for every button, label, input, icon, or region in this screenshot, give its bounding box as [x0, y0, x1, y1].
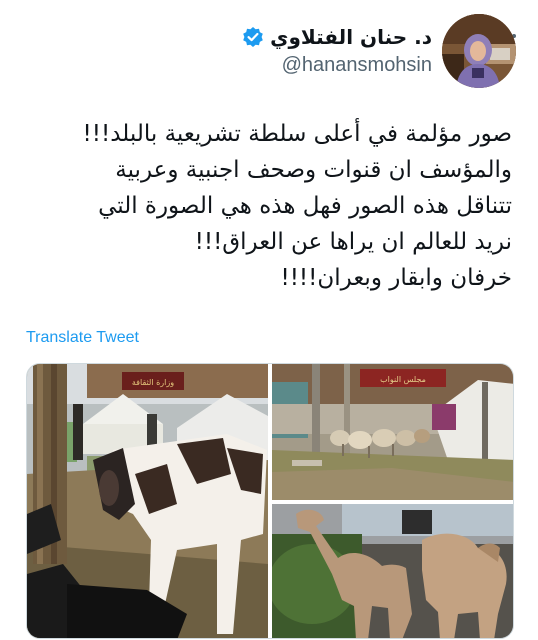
- avatar[interactable]: [442, 14, 516, 88]
- cows-photo[interactable]: وزارة الثقافة: [27, 364, 268, 638]
- author-names: د. حنان الفتلاوي @hanansmohsin: [242, 24, 432, 78]
- tweet-text: صور مؤلمة في أعلى سلطة تشريعية بالبلد!!!…: [82, 121, 512, 291]
- sheep-photo-sign: مجلس النواب: [380, 375, 426, 384]
- translate-tweet-link[interactable]: Translate Tweet: [26, 329, 139, 347]
- tweet-header: د. حنان الفتلاوي @hanansmohsin: [242, 14, 516, 88]
- camels-photo[interactable]: [272, 504, 513, 638]
- display-name[interactable]: د. حنان الفتلاوي: [270, 24, 432, 50]
- cows-photo-sign: وزارة الثقافة: [132, 378, 174, 387]
- verified-badge-icon: [242, 26, 264, 48]
- author-handle[interactable]: @hanansmohsin: [282, 52, 432, 78]
- display-name-row[interactable]: د. حنان الفتلاوي: [242, 24, 432, 50]
- sheep-photo[interactable]: مجلس النواب: [272, 364, 513, 500]
- media-grid: وزارة الثقافة مجلس النواب: [26, 363, 514, 639]
